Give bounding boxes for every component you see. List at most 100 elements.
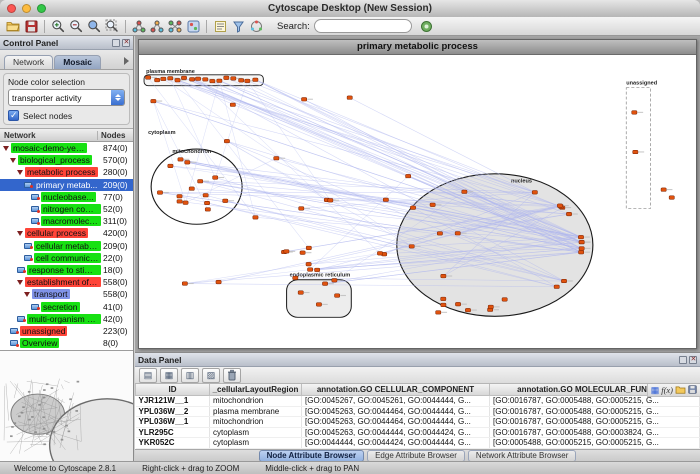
cell-go-mf[interactable]: [GO:0005488, GO:0005215, GO:0005215, G..… (490, 438, 700, 449)
save-icon[interactable] (22, 18, 40, 34)
tree-header-nodes[interactable]: Nodes (98, 131, 133, 140)
tree-row[interactable]: cellular metabo... 209(0) (0, 240, 133, 252)
tree-row[interactable]: transport 558(0) (0, 288, 133, 300)
float-panel-icon[interactable] (679, 356, 687, 364)
tab-mosaic[interactable]: Mosaic (54, 55, 101, 69)
network-canvas[interactable]: plasma membranecytoplasmmitochondrionnuc… (139, 55, 696, 348)
tree-row[interactable]: cellular process 420(0) (0, 227, 133, 239)
tree-node-icon[interactable] (24, 292, 30, 297)
tree-row[interactable]: macromolecule... 311(0) (0, 215, 133, 227)
delete-attribute-icon[interactable]: ▨ (202, 368, 220, 383)
import-network-icon[interactable] (148, 18, 166, 34)
zoom-out-icon[interactable] (67, 18, 85, 34)
tree-node-icon[interactable] (31, 218, 39, 224)
cell-id[interactable]: YPL036W__2 (136, 406, 210, 417)
tree-node-icon[interactable] (3, 146, 9, 151)
layout-icon[interactable] (247, 18, 265, 34)
tree-row[interactable]: nucleobase... 77(0) (0, 191, 133, 203)
tree-row[interactable]: response to stimulus 18(0) (0, 264, 133, 276)
close-panel-icon[interactable] (689, 356, 697, 364)
tab-network[interactable]: Network (4, 55, 53, 69)
save-attributes-icon[interactable] (688, 384, 697, 399)
cell-id[interactable]: YPL036W__1 (136, 417, 210, 428)
formula-icon[interactable]: f(x) (661, 385, 673, 395)
cell-go-cc[interactable]: [GO:0045263, GO:0044464, GO:0044444, G..… (302, 417, 490, 428)
cell-region[interactable]: mitochondrion (210, 417, 302, 428)
plugin-icon[interactable] (418, 18, 436, 34)
cell-id[interactable]: YLR295C (136, 427, 210, 438)
attribute-modify-icon[interactable]: ▦ (160, 368, 178, 383)
cell-region[interactable]: cytoplasm (210, 438, 302, 449)
zoom-in-icon[interactable] (49, 18, 67, 34)
import-attributes-icon[interactable] (675, 384, 686, 399)
tree-row[interactable]: cell communica... 22(0) (0, 252, 133, 264)
tree-node-icon[interactable] (31, 194, 39, 200)
tree-node-icon[interactable] (17, 170, 23, 175)
tree-node-icon[interactable] (17, 316, 25, 322)
new-network-icon[interactable] (130, 18, 148, 34)
node-color-select[interactable]: transporter activity (8, 89, 125, 106)
tree-row[interactable]: primary metab... 209(0) (0, 179, 133, 191)
network-overview-icon[interactable] (166, 18, 184, 34)
float-panel-icon[interactable] (112, 39, 120, 47)
tree-node-icon[interactable] (17, 231, 23, 236)
tree-node-icon[interactable] (10, 340, 18, 346)
cell-go-mf[interactable]: [GO:0016787, GO:0005488, GO:0005215, G..… (490, 406, 700, 417)
tree-row[interactable]: unassigned 223(0) (0, 325, 133, 337)
close-panel-icon[interactable] (122, 39, 130, 47)
table-row[interactable]: YPL036W__1 mitochondrion [GO:0045263, GO… (136, 417, 700, 428)
new-attribute-icon[interactable]: ▥ (181, 368, 199, 383)
table-row[interactable]: YLR295C cytoplasm [GO:0045263, GO:004444… (136, 427, 700, 438)
tree-node-icon[interactable] (10, 158, 16, 163)
open-icon[interactable] (4, 18, 22, 34)
match-icon[interactable]: ▦ (651, 385, 660, 395)
cell-region[interactable]: cytoplasm (210, 427, 302, 438)
table-row[interactable]: YPL036W__2 plasma membrane [GO:0045263, … (136, 406, 700, 417)
zoom-selected-icon[interactable] (85, 18, 103, 34)
tree-node-icon[interactable] (24, 243, 32, 249)
zoom-fit-icon[interactable] (103, 18, 121, 34)
trash-icon[interactable] (223, 368, 241, 383)
cell-go-mf[interactable]: [GO:0016787, GO:0005488, GO:0005215, G..… (490, 417, 700, 428)
cell-id[interactable]: YKR052C (136, 438, 210, 449)
cell-region[interactable]: mitochondrion (210, 448, 302, 449)
cell-go-cc[interactable]: [GO:0045263, GO:0044444, GO:0044424, G..… (302, 427, 490, 438)
cell-id[interactable]: YJR121W__1 (136, 396, 210, 407)
tree-row[interactable]: biological_process 570(0) (0, 154, 133, 166)
annotation-icon[interactable] (211, 18, 229, 34)
table-row[interactable]: YJR121W__1 mitochondrion [GO:0045267, GO… (136, 396, 700, 407)
network-window-title[interactable]: primary metabolic process (139, 40, 696, 55)
filter-icon[interactable] (229, 18, 247, 34)
cell-go-cc[interactable]: [GO:0045263, GO:0044464, GO:0044444, G..… (302, 406, 490, 417)
col-header-id[interactable]: ID (136, 384, 210, 396)
cell-go-mf[interactable]: [GO:0016787, GO:0005488, GO:0003824, G..… (490, 427, 700, 438)
cell-go-mf[interactable]: [GO:0016787, GO:0005488, GO:0005215, G..… (490, 448, 700, 449)
tree-row[interactable]: secretion 41(0) (0, 300, 133, 312)
tree-row[interactable]: metabolic process 280(0) (0, 166, 133, 178)
network-view[interactable]: plasma membranecytoplasmmitochondrionnuc… (139, 55, 696, 348)
cell-go-cc[interactable]: [GO:0045267, GO:0045261, GO:0044444, G..… (302, 396, 490, 407)
cell-region[interactable]: plasma membrane (210, 406, 302, 417)
cell-go-mf[interactable]: [GO:0016787, GO:0005488, GO:0005215, G..… (490, 396, 700, 407)
search-input[interactable] (314, 19, 412, 33)
tree-node-icon[interactable] (24, 255, 32, 261)
tree-node-icon[interactable] (10, 328, 18, 334)
tree-row[interactable]: Overview 8(0) (0, 337, 133, 349)
birdseye-view[interactable] (0, 351, 133, 462)
cell-go-cc[interactable]: [GO:0044444, GO:0044424, GO:0044444, G..… (302, 438, 490, 449)
table-row[interactable]: YDR039C__1 mitochondrion [GO:0044444, GO… (136, 448, 700, 449)
cell-go-cc[interactable]: [GO:0044444, GO:0044424, GO:0044444, G..… (302, 448, 490, 449)
vizmapper-icon[interactable] (184, 18, 202, 34)
tree-node-icon[interactable] (31, 304, 39, 310)
tree-node-icon[interactable] (31, 206, 39, 212)
tree-node-icon[interactable] (24, 182, 32, 188)
col-header-region[interactable]: _cellularLayoutRegion (210, 384, 302, 396)
attribute-select-icon[interactable]: ▤ (139, 368, 157, 383)
tree-node-icon[interactable] (17, 280, 23, 285)
tab-scroll-right-icon[interactable] (124, 57, 129, 65)
cell-id[interactable]: YDR039C__1 (136, 448, 210, 449)
tree-row[interactable]: establishment of lo... 558(0) (0, 276, 133, 288)
select-nodes-checkbox[interactable] (8, 110, 19, 121)
tree-row[interactable]: nitrogen compo... 52(0) (0, 203, 133, 215)
tree-row[interactable]: mosaic-demo-yeast 874(0) (0, 142, 133, 154)
